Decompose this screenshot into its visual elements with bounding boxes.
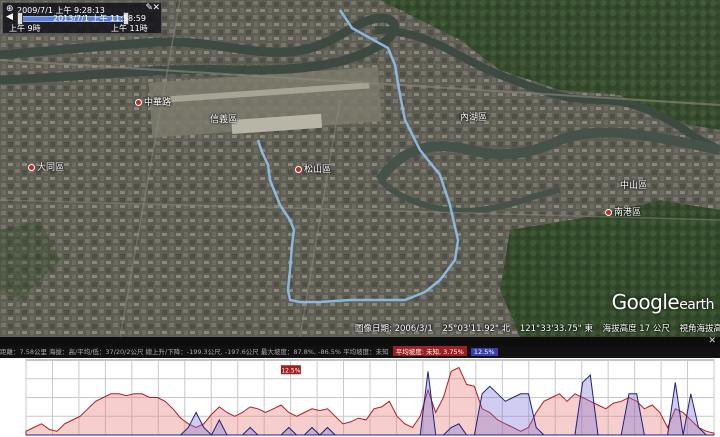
elevation-profile-panel[interactable]: ✕ 距離：7.58公里 海拔：高/平均/低：37/20/2公尺 總上升/下降：-…: [0, 336, 720, 437]
place-dot-icon: [28, 164, 35, 171]
eye-altitude: 視角海拔高度 9.95 公里: [679, 324, 720, 334]
profile-title-bar: ✕: [0, 336, 720, 346]
place-dot-icon: [135, 99, 142, 106]
slider-time-right: 上午 11時: [111, 24, 148, 33]
play-icon[interactable]: ◀: [6, 12, 13, 22]
profile-info-text: 距離：7.58公里 海拔：高/平均/低：37/20/2公尺 總上升/下降：-19…: [0, 348, 389, 356]
profile-marker-label: 12.5%: [281, 367, 300, 374]
satellite-map[interactable]: 中華路 松山區 南港區 大同區 內湖區 中山區 信義區 ⊕ 2009/7/1 上…: [0, 0, 720, 337]
place-label: 大同區: [28, 160, 64, 173]
place-label: 中華路: [135, 95, 171, 108]
place-dot-icon: [295, 166, 302, 173]
elevation-chart[interactable]: 12.5%: [0, 358, 720, 437]
place-label: 內湖區: [460, 113, 488, 123]
place-dot-icon: [605, 209, 612, 216]
longitude: 121°33'33.75" 東: [519, 324, 593, 334]
slider-time-left: 上午 9時: [9, 24, 41, 33]
place-label: 信義區: [210, 115, 238, 125]
map-imagery: [0, 0, 720, 337]
google-earth-logo: Googleearth: [611, 290, 715, 314]
close-icon[interactable]: ✕: [152, 3, 160, 13]
time-slider-panel[interactable]: ⊕ 2009/7/1 上午 9:28:13 ✎ ✕ ◀ 2013/7/1 上午 …: [2, 2, 162, 34]
slope-chip: 平均坡度: 未知, 3.75%: [392, 346, 467, 356]
close-icon[interactable]: ✕: [708, 336, 716, 346]
place-label: 松山區: [295, 162, 331, 175]
imagery-date: 圖像日期: 2006/3/1: [355, 324, 433, 334]
elevation: 海拔高度 17 公尺: [602, 324, 670, 334]
place-label: 南港區: [605, 205, 641, 218]
latitude: 25°03'11.92" 北: [442, 324, 511, 334]
place-label: 中山區: [620, 181, 648, 191]
status-bar: 圖像日期: 2006/3/1 25°03'11.92" 北 121°33'33.…: [355, 322, 720, 334]
profile-info: 距離：7.58公里 海拔：高/平均/低：37/20/2公尺 總上升/下降：-19…: [0, 346, 720, 358]
slope-chip-blue: 12.5%: [470, 348, 498, 356]
